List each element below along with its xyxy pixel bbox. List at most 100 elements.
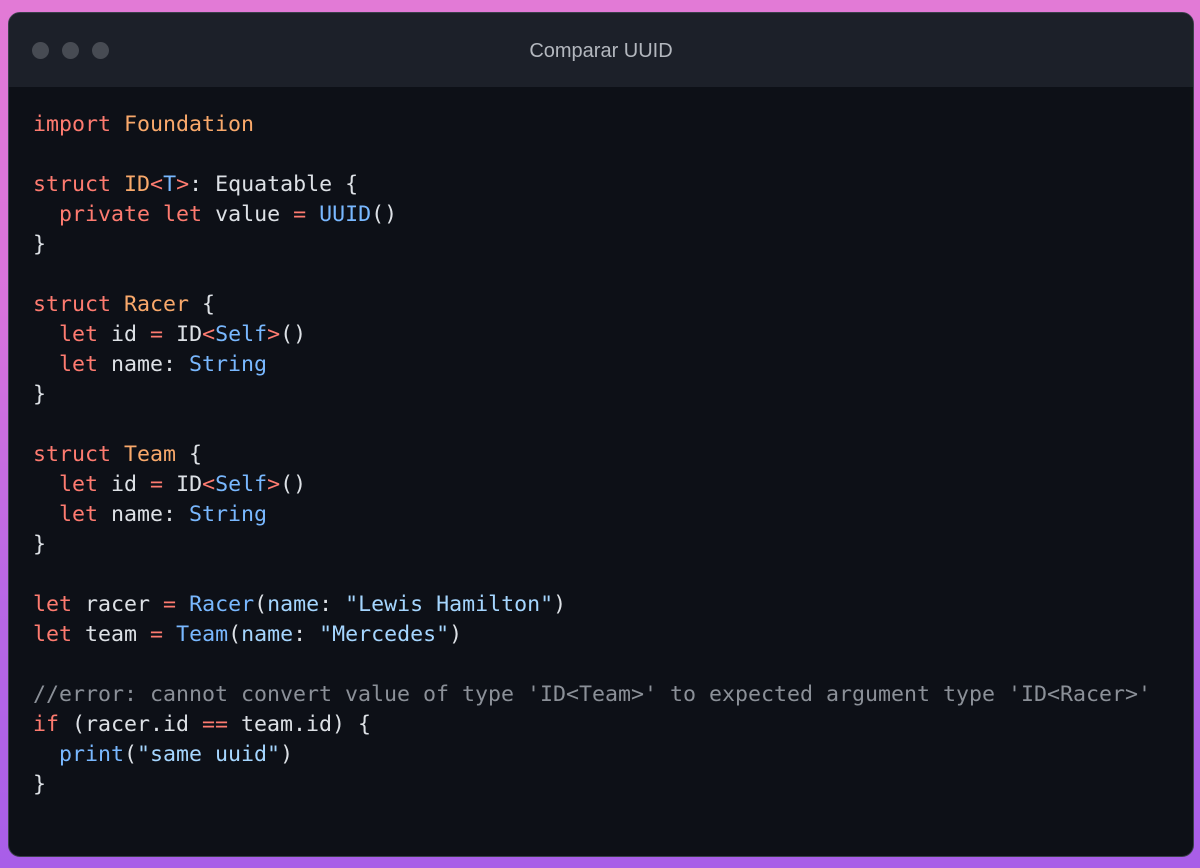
code-token: (	[254, 592, 268, 617]
code-line: }	[33, 230, 1151, 260]
code-token: let	[33, 622, 73, 647]
code-token: team	[72, 622, 151, 647]
code-token: =	[150, 472, 164, 497]
code-token: }	[33, 772, 47, 797]
code-token: }	[33, 232, 47, 257]
code-token: //error: cannot convert value of type 'I…	[33, 682, 1152, 707]
code-token: )	[280, 742, 294, 767]
code-token: print	[59, 742, 125, 767]
code-line: print("same uuid")	[33, 740, 1151, 770]
code-token: )	[553, 592, 567, 617]
code-token: (	[228, 622, 242, 647]
code-token: :	[319, 592, 346, 617]
code-token: struct	[33, 442, 112, 467]
code-token: let	[59, 472, 99, 497]
code-token: let	[59, 502, 99, 527]
window-titlebar: Comparar UUID	[9, 13, 1193, 87]
code-token: name:	[98, 352, 190, 377]
code-token: >	[176, 172, 190, 197]
code-token: struct	[33, 172, 112, 197]
code-token: T	[163, 172, 177, 197]
code-block: import Foundation struct ID<T>: Equatable…	[33, 110, 1151, 800]
code-token: Self	[215, 472, 268, 497]
code-line: //error: cannot convert value of type 'I…	[33, 680, 1151, 710]
code-line: let racer = Racer(name: "Lewis Hamilton"…	[33, 590, 1151, 620]
code-line: let id = ID<Self>()	[33, 320, 1151, 350]
code-token: name:	[98, 502, 190, 527]
code-token: team.id) {	[228, 712, 372, 737]
code-token: let	[59, 352, 99, 377]
code-token: name	[241, 622, 294, 647]
code-token: =	[150, 322, 164, 347]
code-token: id	[98, 322, 151, 347]
code-token: (racer.id	[59, 712, 203, 737]
code-token: >	[267, 322, 281, 347]
code-line: import Foundation	[33, 110, 1151, 140]
code-line: let name: String	[33, 500, 1151, 530]
code-token: (	[124, 742, 138, 767]
code-line: }	[33, 770, 1151, 800]
code-token: racer	[72, 592, 164, 617]
code-token: <	[202, 472, 216, 497]
code-token: <	[202, 322, 216, 347]
code-line: if (racer.id == team.id) {	[33, 710, 1151, 740]
code-token: : Equatable {	[189, 172, 359, 197]
code-token: "same uuid"	[137, 742, 281, 767]
code-line: }	[33, 380, 1151, 410]
code-token: Team	[124, 442, 177, 467]
code-line: struct ID<T>: Equatable {	[33, 170, 1151, 200]
code-token: struct	[33, 292, 112, 317]
code-token: =	[163, 592, 177, 617]
code-token: ID	[163, 322, 203, 347]
code-line: let name: String	[33, 350, 1151, 380]
code-line: private let value = UUID()	[33, 200, 1151, 230]
code-token: let	[59, 322, 99, 347]
code-token: ==	[202, 712, 229, 737]
code-token: }	[33, 532, 47, 557]
code-token: Team	[176, 622, 229, 647]
code-token: String	[189, 502, 268, 527]
code-token: )	[449, 622, 463, 647]
code-token: Self	[215, 322, 268, 347]
code-token: String	[189, 352, 268, 377]
code-window: Comparar UUID import Foundation struct ID…	[8, 12, 1194, 857]
code-token: import	[33, 112, 112, 137]
code-line: struct Team {	[33, 440, 1151, 470]
code-token: Racer	[189, 592, 255, 617]
code-token: name	[267, 592, 320, 617]
code-token: {	[176, 442, 203, 467]
code-token: value	[202, 202, 294, 227]
code-token: ()	[280, 472, 307, 497]
code-token: Foundation	[124, 112, 255, 137]
code-token: ()	[280, 322, 307, 347]
code-token: >	[267, 472, 281, 497]
code-token: "Lewis Hamilton"	[345, 592, 554, 617]
code-token: id	[98, 472, 151, 497]
code-token: ()	[371, 202, 398, 227]
code-token: let	[163, 202, 203, 227]
code-line: }	[33, 530, 1151, 560]
code-token: :	[293, 622, 320, 647]
code-token: ID	[163, 472, 203, 497]
code-line: let id = ID<Self>()	[33, 470, 1151, 500]
code-token: {	[189, 292, 216, 317]
code-token: =	[150, 622, 164, 647]
code-token: private	[59, 202, 151, 227]
code-token: "Mercedes"	[319, 622, 450, 647]
window-title: Comparar UUID	[529, 40, 673, 62]
